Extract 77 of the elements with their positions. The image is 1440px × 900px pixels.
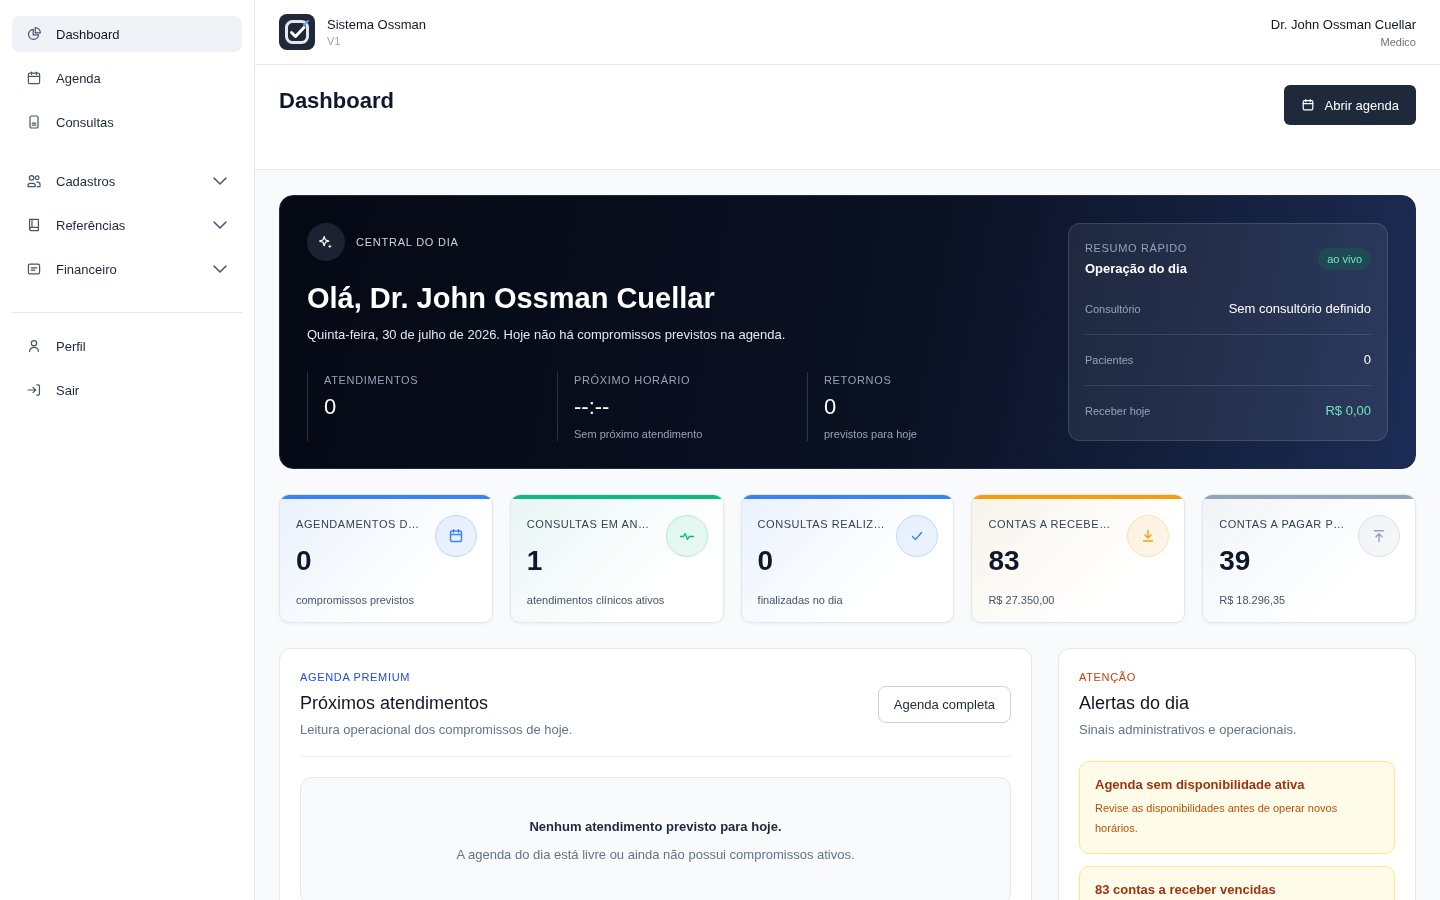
section-eyebrow: AGENDA PREMIUM [300,670,412,685]
section-title: Alertas do dia [1079,692,1191,714]
kpi-value: 0 [296,544,313,578]
kpi-note: finalizadas no dia [757,593,844,608]
summary-value: R$ 0,00 [1325,402,1371,419]
section-subtitle: Leitura operacional dos compromissos de hoje. [300,722,573,738]
calendar-icon [1300,98,1315,112]
nav-item[interactable]: Cadastros [12,163,242,199]
user-icon [26,338,42,354]
stat-value: 0 [324,393,338,421]
full-agenda-button[interactable]: Agenda completa [877,686,1011,723]
app-name: Sistema Ossman [327,17,426,32]
sparkle-icon [307,223,345,261]
user-role: Medico [1379,35,1416,48]
nav-item[interactable]: Dashboard [12,16,242,52]
section-eyebrow: ATENÇÃO [1079,670,1137,685]
empty-state-text: A agenda do dia está livre ou ainda não possui compromissos ativos. [455,847,856,863]
user-name: Dr. John Ossman Cuellar [1270,16,1416,32]
section-title: Próximos atendimentos [300,692,490,714]
kpi-note: R$ 18.296,35 [1219,593,1287,608]
hero-greeting: Olá, Dr. John Ossman Cuellar [307,281,716,316]
summary-title: Operação do dia [1085,261,1188,277]
nav-item[interactable]: Agenda [12,60,242,96]
kpi-value: 0 [757,544,775,578]
kpi-title: CONSULTAS EM AN… [526,517,651,532]
kpi-note: atendimentos clínicos ativos [526,593,666,608]
live-badge: ao vivo [1318,247,1371,270]
kpi-note: R$ 27.350,00 [988,593,1056,608]
summary-label: Consultório [1085,302,1141,317]
kpi-note: compromissos previstos [296,593,415,608]
calendar-icon [434,515,477,557]
nav-item[interactable]: Perfil [12,328,242,364]
kpi-title: CONTAS A RECEBE… [988,517,1112,532]
kpi-title: CONSULTAS REALIZ… [757,517,887,532]
page-title: Dashboard [279,87,394,115]
summary-eyebrow: RESUMO RÁPIDO [1085,241,1188,256]
nav-item[interactable]: Consultas [12,104,242,140]
stat-note: previstos para hoje [824,427,918,442]
stat-note: Sem próximo atendimento [574,427,704,442]
summary-label: Receber hoje [1085,404,1151,419]
summary-value: 0 [1363,351,1371,368]
summary-label: Pacientes [1085,353,1134,368]
arrow-up-bar-icon [1358,515,1400,557]
empty-state-title: Nenhum atendimento previsto para hoje. [528,819,783,835]
pulse-icon [665,515,708,557]
kpi-value: 1 [526,544,544,578]
nav-item[interactable]: Referências [12,207,242,243]
logout-icon [26,382,42,398]
alert-title: Agenda sem disponibilidade ativa [1095,777,1306,793]
stat-label: RETORNOS [824,373,893,388]
kpi-value: 39 [1219,544,1252,578]
hero-subtitle: Quinta-feira, 30 de julho de 2026. Hoje não há compromissos previstos na agenda. [307,327,787,343]
nav-item[interactable]: Sair [12,372,242,408]
calendar-icon [26,70,42,86]
download-icon [1127,515,1170,557]
stat-value: --:-- [574,393,611,421]
book-icon [26,217,42,233]
stat-value: 0 [824,393,838,421]
kpi-value: 83 [988,544,1021,578]
stat-label: PRÓXIMO HORÁRIO [574,373,692,388]
document-icon [26,114,42,130]
kpi-title: AGENDAMENTOS D… [296,517,421,532]
section-subtitle: Sinais administrativos e operacionais. [1079,722,1297,738]
chart-pie-icon [26,26,42,42]
list-icon [26,261,42,277]
users-icon [26,173,42,189]
check-icon [896,515,939,557]
kpi-title: CONTAS A PAGAR P… [1219,517,1346,532]
nav-item[interactable]: Financeiro [12,251,242,287]
summary-value: Sem consultório definido [1228,300,1371,317]
stat-label: ATENDIMENTOS [324,373,420,388]
logo-icon [279,14,315,50]
app-version: V1 [327,35,342,47]
alert-title: 83 contas a receber vencidas [1095,882,1277,898]
alert-text: Revise as disponibilidades antes de operar novos horários. [1095,801,1339,836]
open-agenda-button[interactable]: Abrir agenda [1283,85,1416,125]
hero-eyebrow: CENTRAL DO DIA [356,236,459,248]
